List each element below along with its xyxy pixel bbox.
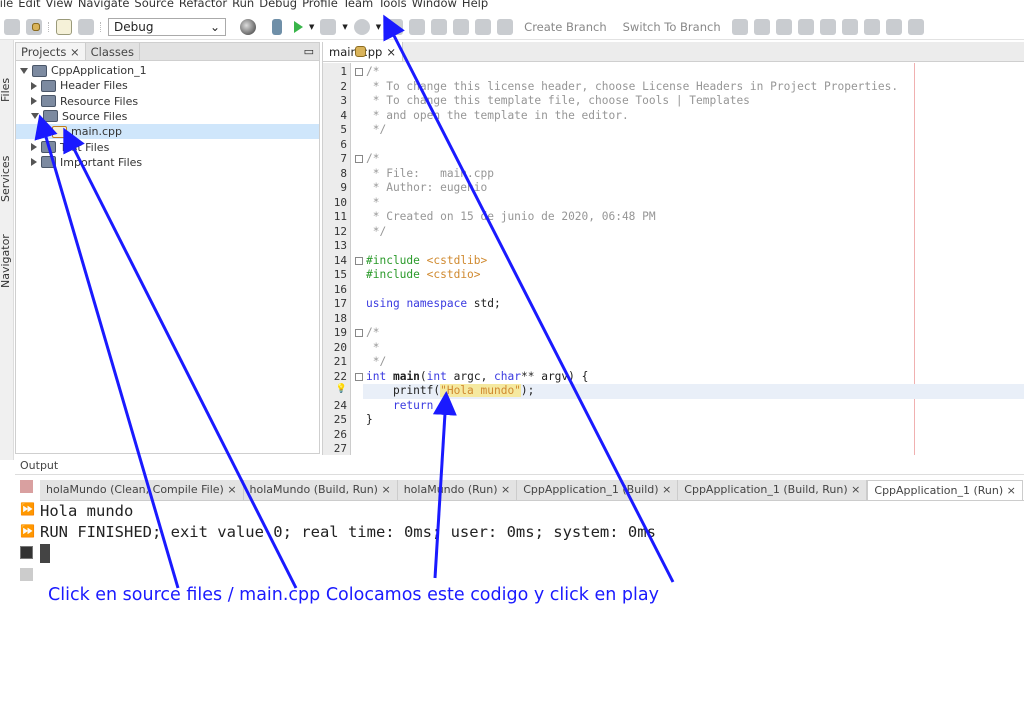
arrow-to-source-files	[34, 114, 180, 589]
arrow-to-code	[432, 391, 457, 579]
arrow-to-play	[383, 14, 675, 583]
arrow-to-main-cpp	[63, 127, 298, 589]
annotation-arrows	[34, 14, 675, 589]
